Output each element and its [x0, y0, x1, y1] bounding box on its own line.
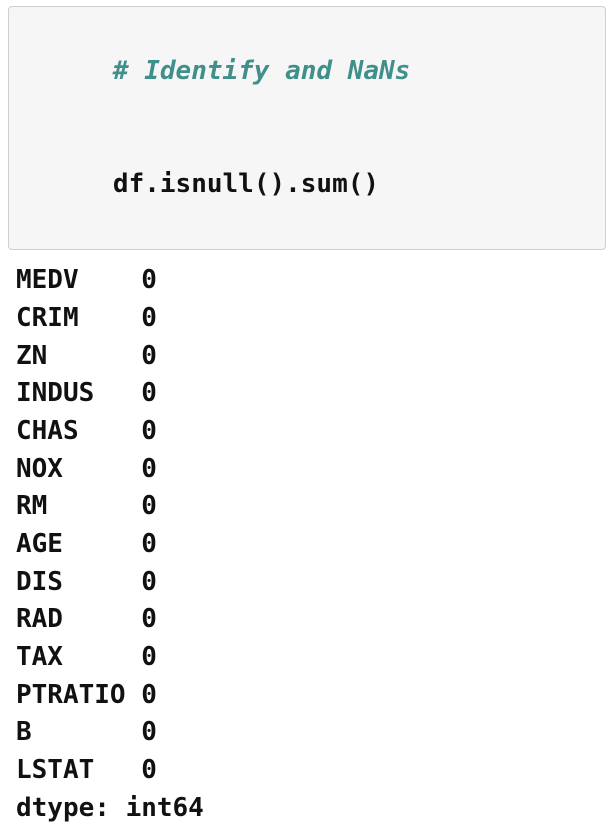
output-row: PTRATIO0 — [16, 677, 606, 715]
output-row-value: 0 — [141, 601, 157, 639]
output-row-value: 0 — [141, 677, 157, 715]
output-row-value: 0 — [141, 752, 157, 790]
output-row-value: 0 — [141, 262, 157, 300]
code-output-cell: MEDV0CRIM0ZN0INDUS0CHAS0NOX0RM0AGE0DIS0R… — [16, 262, 606, 827]
code-dot: . — [144, 169, 160, 199]
output-row-label: ZN — [16, 338, 141, 376]
code-fn: isnull — [160, 169, 254, 199]
output-row: CHAS0 — [16, 413, 606, 451]
output-row-label: TAX — [16, 639, 141, 677]
output-row-label: LSTAT — [16, 752, 141, 790]
output-row-label: CRIM — [16, 300, 141, 338]
code-paren: () — [348, 169, 379, 199]
code-dot: . — [285, 169, 301, 199]
output-row: RM0 — [16, 488, 606, 526]
output-row: MEDV0 — [16, 262, 606, 300]
code-obj: df — [113, 169, 144, 199]
output-row-label: B — [16, 714, 141, 752]
notebook-cell-area: # Identify and NaNs df.isnull().sum() ME… — [0, 6, 614, 827]
output-row-label: PTRATIO — [16, 677, 141, 715]
output-row-label: RAD — [16, 601, 141, 639]
code-paren: () — [254, 169, 285, 199]
output-row-label: CHAS — [16, 413, 141, 451]
output-row: NOX0 — [16, 451, 606, 489]
output-row: LSTAT0 — [16, 752, 606, 790]
output-row-value: 0 — [141, 375, 157, 413]
output-row-label: INDUS — [16, 375, 141, 413]
output-row: AGE0 — [16, 526, 606, 564]
code-expression-line: df.isnull().sum() — [19, 128, 595, 241]
output-row: RAD0 — [16, 601, 606, 639]
output-row-value: 0 — [141, 451, 157, 489]
output-row-value: 0 — [141, 714, 157, 752]
code-fn: sum — [301, 169, 348, 199]
output-row-label: NOX — [16, 451, 141, 489]
output-row-value: 0 — [141, 564, 157, 602]
code-input-cell[interactable]: # Identify and NaNs df.isnull().sum() — [8, 6, 606, 250]
output-dtype-line: dtype: int64 — [16, 790, 606, 827]
output-row-label: RM — [16, 488, 141, 526]
output-row-label: AGE — [16, 526, 141, 564]
output-rows: MEDV0CRIM0ZN0INDUS0CHAS0NOX0RM0AGE0DIS0R… — [16, 262, 606, 790]
output-row-value: 0 — [141, 488, 157, 526]
output-row: INDUS0 — [16, 375, 606, 413]
output-row-value: 0 — [141, 639, 157, 677]
code-comment: # Identify and NaNs — [113, 56, 410, 86]
output-row: B0 — [16, 714, 606, 752]
output-row-value: 0 — [141, 526, 157, 564]
output-row: DIS0 — [16, 564, 606, 602]
output-row-value: 0 — [141, 300, 157, 338]
output-row-label: DIS — [16, 564, 141, 602]
output-row: TAX0 — [16, 639, 606, 677]
output-row-value: 0 — [141, 413, 157, 451]
output-row: ZN0 — [16, 338, 606, 376]
output-row: CRIM0 — [16, 300, 606, 338]
output-row-value: 0 — [141, 338, 157, 376]
code-comment-line: # Identify and NaNs — [19, 15, 595, 128]
output-row-label: MEDV — [16, 262, 141, 300]
